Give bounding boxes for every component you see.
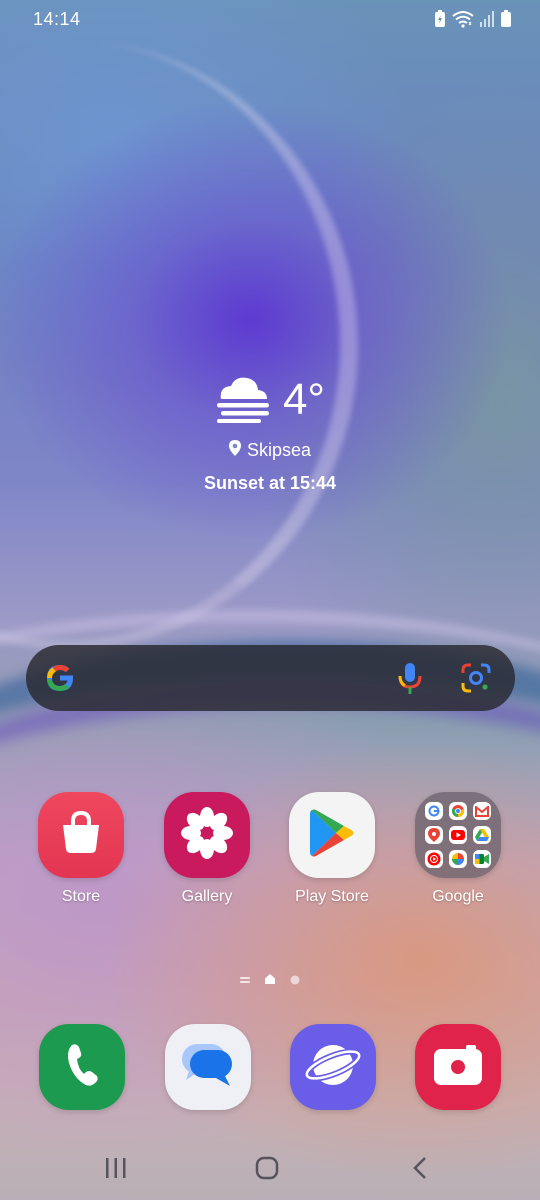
camera-app-icon[interactable] bbox=[415, 1024, 501, 1110]
app-label: Play Store bbox=[295, 888, 369, 905]
app-label: Gallery bbox=[181, 888, 233, 905]
home-icon[interactable] bbox=[255, 1156, 279, 1185]
wifi-icon bbox=[452, 10, 474, 33]
flower-icon bbox=[179, 805, 235, 866]
folder-icon[interactable] bbox=[415, 792, 501, 878]
google-search-bar[interactable] bbox=[26, 645, 515, 711]
maps-icon bbox=[425, 826, 443, 844]
app-google-folder[interactable]: Google bbox=[403, 792, 513, 906]
page-dot-icon bbox=[290, 972, 300, 990]
shopping-bag-icon bbox=[57, 809, 105, 862]
app-store[interactable]: Store bbox=[26, 792, 136, 906]
status-bar[interactable]: 14:14 bbox=[0, 0, 540, 40]
location-pin-icon bbox=[228, 440, 241, 461]
google-lens-icon[interactable] bbox=[460, 662, 492, 694]
recents-icon[interactable] bbox=[104, 1157, 128, 1184]
app-label: Store bbox=[61, 888, 101, 905]
messages-app-icon[interactable] bbox=[165, 1024, 251, 1110]
weather-temperature: 4° bbox=[282, 375, 326, 424]
youtube-icon bbox=[449, 826, 467, 844]
app-gallery[interactable]: Gallery bbox=[152, 792, 262, 906]
chat-bubble-icon bbox=[180, 1040, 236, 1095]
phone-app-icon[interactable] bbox=[39, 1024, 125, 1110]
home-screen: 14:14 4° Skipsea Sunset at 15:44 Store G… bbox=[0, 0, 540, 1200]
signal-icon bbox=[480, 11, 494, 32]
app-play-store[interactable]: Play Store bbox=[277, 792, 387, 906]
folder-grid bbox=[425, 802, 491, 868]
app-label: Google bbox=[432, 888, 484, 905]
store-app-icon[interactable] bbox=[38, 792, 124, 878]
wallpaper-arc bbox=[0, 40, 358, 650]
battery-icon bbox=[500, 10, 512, 33]
weather-sunset: Sunset at 15:44 bbox=[203, 473, 337, 493]
status-time: 14:14 bbox=[33, 9, 81, 29]
gallery-app-icon[interactable] bbox=[164, 792, 250, 878]
weather-location: Skipsea bbox=[246, 440, 312, 460]
photos-icon bbox=[449, 850, 467, 868]
page-indicator[interactable] bbox=[0, 972, 540, 990]
play-triangle-icon bbox=[308, 807, 356, 864]
weather-location-row: Skipsea bbox=[0, 440, 540, 461]
phone-handset-icon bbox=[62, 1041, 102, 1094]
navigation-bar bbox=[0, 1140, 540, 1200]
back-icon[interactable] bbox=[410, 1156, 430, 1185]
google-icon bbox=[425, 802, 443, 820]
drive-icon bbox=[473, 826, 491, 844]
planet-icon bbox=[303, 1035, 363, 1100]
google-g-icon bbox=[42, 660, 78, 696]
weather-widget[interactable]: 4° Skipsea Sunset at 15:44 bbox=[0, 370, 540, 494]
fog-cloud-icon bbox=[215, 373, 271, 428]
page-home-indicator-icon bbox=[264, 972, 276, 990]
meet-icon bbox=[473, 850, 491, 868]
status-icons bbox=[434, 10, 512, 33]
youtube-music-icon bbox=[425, 850, 443, 868]
chrome-icon bbox=[449, 802, 467, 820]
gmail-icon bbox=[473, 802, 491, 820]
play-store-app-icon[interactable] bbox=[289, 792, 375, 878]
microphone-icon[interactable] bbox=[396, 661, 424, 695]
battery-saver-icon bbox=[434, 10, 446, 33]
camera-icon bbox=[432, 1043, 484, 1092]
page-list-indicator-icon bbox=[240, 972, 250, 990]
internet-app-icon[interactable] bbox=[290, 1024, 376, 1110]
weather-main-row: 4° bbox=[0, 370, 540, 430]
